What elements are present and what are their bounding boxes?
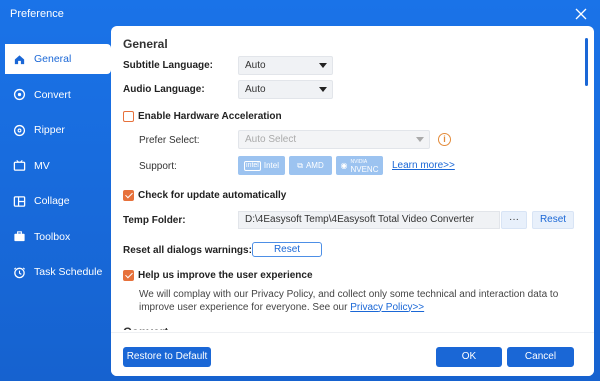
prefer-select-dropdown[interactable]: Auto Select <box>238 130 430 149</box>
footer-bar: Restore to Default OK Cancel <box>111 332 594 376</box>
subtitle-language-value: Auto <box>245 60 266 71</box>
intel-support-chip: intel Intel <box>238 156 285 175</box>
restore-default-button[interactable]: Restore to Default <box>123 347 211 367</box>
sidebar-item-convert[interactable]: Convert <box>0 80 111 110</box>
sidebar-item-label: General <box>34 53 72 65</box>
temp-folder-path: D:\4Easysoft Temp\4Easysoft Total Video … <box>238 211 500 229</box>
sidebar-item-task-schedule[interactable]: Task Schedule <box>0 257 111 287</box>
sidebar-item-label: Ripper <box>34 124 65 136</box>
info-icon[interactable]: i <box>438 133 451 146</box>
toolbox-icon <box>12 230 26 244</box>
amd-logo-icon: ⧉ <box>297 160 303 170</box>
reset-dialogs-label: Reset all dialogs warnings: <box>123 245 252 256</box>
privacy-text: We will complay with our Privacy Policy,… <box>139 289 559 313</box>
temp-folder-label: Temp Folder: <box>123 215 186 226</box>
home-icon <box>12 52 26 66</box>
amd-support-chip: ⧉ AMD <box>289 156 332 175</box>
hardware-accel-checkbox[interactable] <box>123 111 134 122</box>
clock-icon <box>12 265 26 279</box>
close-icon[interactable] <box>572 5 590 23</box>
nvidia-label: NVENC <box>350 164 379 174</box>
preference-window: Preference General Convert Ripper MV Col… <box>0 0 600 381</box>
cancel-button[interactable]: Cancel <box>507 347 574 367</box>
collage-icon <box>12 194 26 208</box>
sidebar-item-general[interactable]: General <box>5 44 111 74</box>
chevron-down-icon <box>319 87 327 92</box>
privacy-policy-link[interactable]: Privacy Policy>> <box>350 302 424 313</box>
privacy-description: We will complay with our Privacy Policy,… <box>139 289 564 314</box>
check-update-label: Check for update automatically <box>138 190 287 201</box>
ok-button[interactable]: OK <box>436 347 502 367</box>
sidebar-item-label: Task Schedule <box>34 266 103 278</box>
prefer-select-label: Prefer Select: <box>139 135 200 146</box>
improve-experience-checkbox[interactable] <box>123 270 134 281</box>
window-title: Preference <box>10 8 64 20</box>
improve-experience-label: Help us improve the user experience <box>138 270 313 281</box>
section-heading-general: General <box>123 37 168 51</box>
support-label: Support: <box>139 161 177 172</box>
audio-language-value: Auto <box>245 84 266 95</box>
audio-language-select[interactable]: Auto <box>238 80 333 99</box>
sidebar-item-label: MV <box>34 159 50 172</box>
subtitle-language-select[interactable]: Auto <box>238 56 333 75</box>
nvidia-support-chip: ◉ NVIDIA NVENC <box>336 156 383 175</box>
temp-folder-reset-button[interactable]: Reset <box>532 211 574 229</box>
intel-logo-icon: intel <box>244 160 261 171</box>
sidebar-item-toolbox[interactable]: Toolbox <box>0 222 111 252</box>
sidebar-item-mv[interactable]: MV <box>0 151 111 181</box>
intel-label: Intel <box>263 161 279 170</box>
check-update-checkbox[interactable] <box>123 190 134 201</box>
reset-dialogs-button[interactable]: Reset <box>252 242 322 257</box>
settings-panel: General Subtitle Language: Auto Audio La… <box>111 26 594 376</box>
audio-language-label: Audio Language: <box>123 84 205 95</box>
scrollbar[interactable] <box>585 38 588 86</box>
prefer-select-value: Auto Select <box>245 134 297 145</box>
subtitle-language-label: Subtitle Language: <box>123 60 213 71</box>
hardware-accel-label: Enable Hardware Acceleration <box>138 111 282 122</box>
disc-icon <box>12 123 26 137</box>
section-heading-convert-partial: Convert <box>123 325 168 330</box>
learn-more-link[interactable]: Learn more>> <box>392 160 455 171</box>
amd-label: AMD <box>305 161 324 170</box>
sidebar-item-label: Collage <box>34 195 70 207</box>
sidebar-item-label: Toolbox <box>34 230 71 243</box>
browse-folder-button[interactable]: ··· <box>501 211 527 229</box>
sidebar-item-label: Convert <box>34 88 71 101</box>
sidebar-item-ripper[interactable]: Ripper <box>0 115 111 145</box>
nvidia-logo-icon: ◉ <box>340 161 348 170</box>
chevron-down-icon <box>416 137 424 142</box>
sidebar-item-collage[interactable]: Collage <box>0 186 111 216</box>
chevron-down-icon <box>319 63 327 68</box>
sidebar: General Convert Ripper MV Collage Toolbo… <box>0 44 111 293</box>
convert-icon <box>12 88 26 102</box>
mv-icon <box>12 159 26 173</box>
